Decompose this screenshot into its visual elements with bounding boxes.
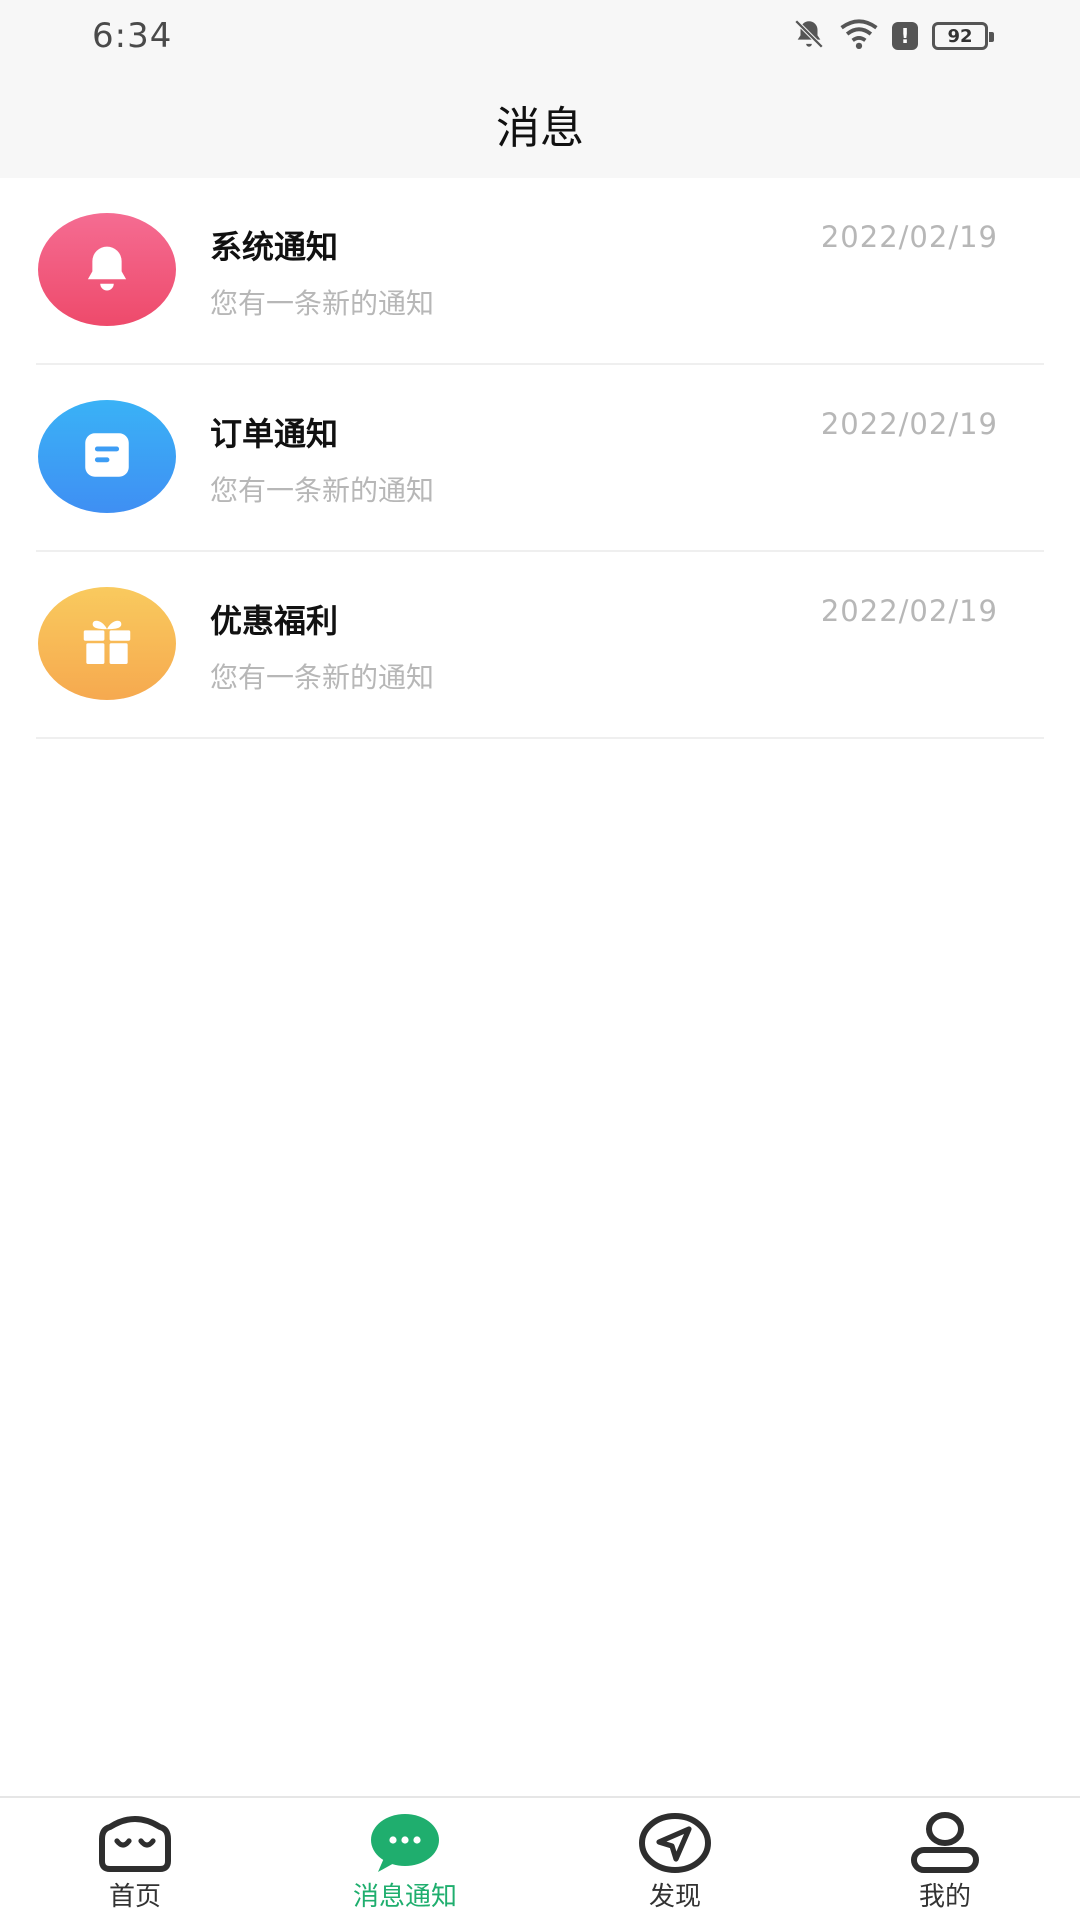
nav-discover[interactable]: 发现	[540, 1798, 810, 1920]
navigation-arrow-icon	[637, 1812, 713, 1874]
message-title: 优惠福利	[210, 602, 339, 640]
document-icon	[78, 426, 136, 488]
battery-icon: 92	[932, 22, 994, 50]
message-title: 订单通知	[210, 415, 339, 453]
page-title: 消息	[496, 103, 584, 154]
message-item-system[interactable]: 系统通知 您有一条新的通知 2022/02/19	[36, 178, 1044, 365]
bottom-nav: 首页 消息通知 发现 我的	[0, 1796, 1080, 1920]
status-bar: 6:34 ! 92	[0, 0, 1080, 70]
user-icon	[907, 1812, 983, 1874]
bell-icon	[80, 241, 134, 299]
message-description: 您有一条新的通知	[210, 474, 435, 507]
home-face-icon	[97, 1812, 173, 1874]
message-date: 2022/02/19	[820, 407, 998, 441]
screen: 6:34 ! 92 消息 系统通知 您有一条新的通知 2022/02/19 订单…	[0, 0, 1080, 1920]
system-notice-avatar	[38, 213, 176, 326]
message-description: 您有一条新的通知	[210, 287, 435, 320]
order-notice-avatar	[38, 400, 176, 513]
nav-label: 我的	[918, 1882, 971, 1912]
status-icons: ! 92	[792, 16, 994, 56]
message-list: 系统通知 您有一条新的通知 2022/02/19 订单通知 您有一条新的通知 2…	[0, 178, 1080, 739]
gift-icon	[76, 611, 138, 677]
chat-bubble-icon	[367, 1812, 443, 1874]
nav-home[interactable]: 首页	[0, 1798, 270, 1920]
wifi-icon	[840, 18, 878, 54]
status-time: 6:34	[92, 16, 173, 56]
message-item-benefits[interactable]: 优惠福利 您有一条新的通知 2022/02/19	[36, 552, 1044, 739]
bell-off-icon	[792, 17, 826, 55]
message-date: 2022/02/19	[820, 220, 998, 254]
app-header: 消息	[0, 70, 1080, 178]
message-item-order[interactable]: 订单通知 您有一条新的通知 2022/02/19	[36, 365, 1044, 552]
nav-label: 发现	[648, 1882, 701, 1912]
nav-label: 消息通知	[352, 1882, 457, 1912]
nav-profile[interactable]: 我的	[810, 1798, 1080, 1920]
benefits-avatar	[38, 587, 176, 700]
battery-level: 92	[947, 25, 973, 47]
nav-label: 首页	[108, 1882, 161, 1912]
message-description: 您有一条新的通知	[210, 661, 435, 694]
nav-messages[interactable]: 消息通知	[270, 1798, 540, 1920]
message-title: 系统通知	[210, 228, 339, 266]
message-date: 2022/02/19	[820, 594, 998, 628]
alert-icon: !	[892, 22, 918, 50]
